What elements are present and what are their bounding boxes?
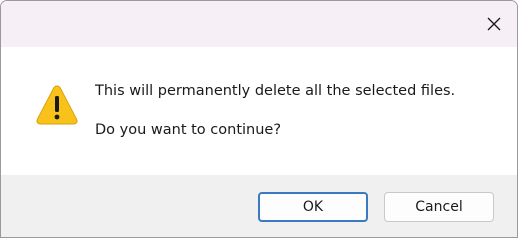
title-bar xyxy=(1,1,517,47)
button-bar: OK Cancel xyxy=(1,175,517,237)
question-text: Do you want to continue? xyxy=(95,122,282,138)
close-icon xyxy=(487,17,501,31)
close-button[interactable] xyxy=(471,1,517,47)
confirm-dialog: This will permanently delete all the sel… xyxy=(0,0,518,238)
dialog-content: This will permanently delete all the sel… xyxy=(1,47,517,175)
warning-icon xyxy=(36,85,78,125)
cancel-button[interactable]: Cancel xyxy=(384,192,494,222)
ok-button[interactable]: OK xyxy=(258,192,368,222)
message-text: This will permanently delete all the sel… xyxy=(95,83,456,99)
